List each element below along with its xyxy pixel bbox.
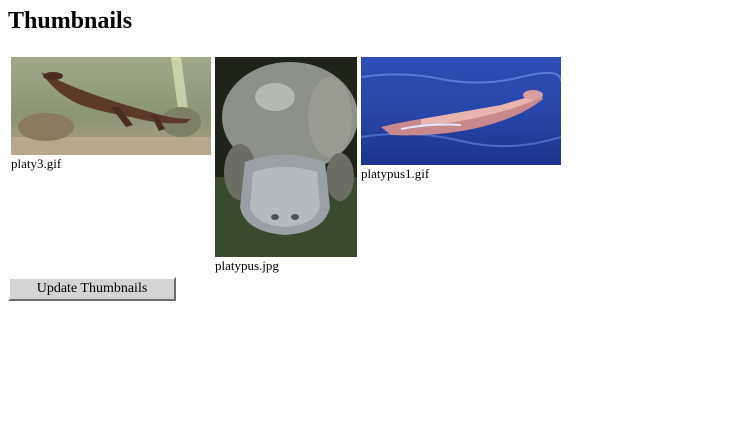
thumbnail-card: platypus1.gif bbox=[361, 57, 561, 182]
thumbnail-image[interactable] bbox=[215, 57, 357, 257]
page-title: Thumbnails bbox=[8, 8, 133, 34]
thumbnail-caption: platypus.jpg bbox=[215, 258, 279, 273]
thumbnail-caption: platypus1.gif bbox=[361, 166, 430, 181]
thumbnail-card: platypus.jpg bbox=[215, 57, 357, 274]
update-thumbnails-button[interactable]: Update Thumbnails bbox=[8, 277, 176, 301]
thumbnail-image[interactable] bbox=[11, 57, 211, 155]
thumbnail-caption: platy3.gif bbox=[11, 156, 62, 171]
thumbnail-card: platy3.gif bbox=[11, 57, 211, 172]
thumbnail-image[interactable] bbox=[361, 57, 561, 165]
